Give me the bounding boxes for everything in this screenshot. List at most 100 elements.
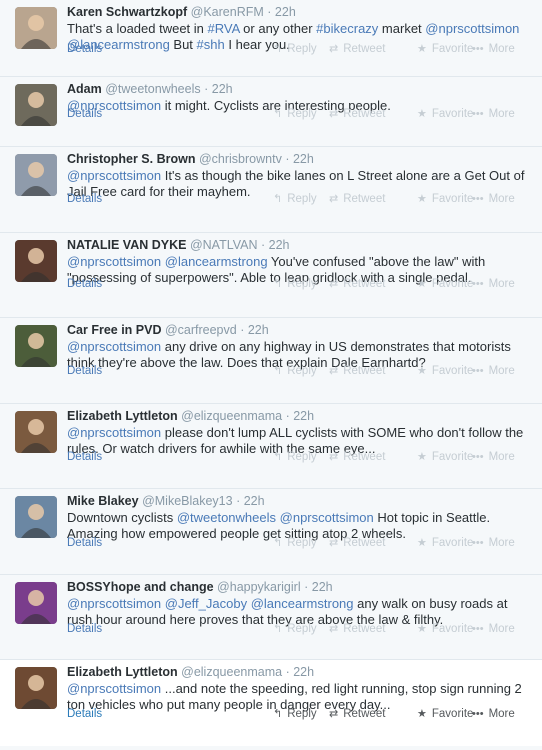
- details-link[interactable]: Details: [67, 622, 102, 636]
- author-name[interactable]: Christopher S. Brown: [67, 152, 195, 166]
- reply-button[interactable]: ↰ Reply: [273, 707, 317, 721]
- tweet-item[interactable]: BOSSYhope and change @happykarigirl · 22…: [0, 574, 542, 660]
- favorite-button[interactable]: ★ Favorite: [417, 192, 473, 206]
- retweet-button[interactable]: ⇄ Retweet: [329, 536, 385, 550]
- author-handle[interactable]: @elizqueenmama: [181, 409, 282, 423]
- timestamp[interactable]: 22h: [293, 409, 314, 423]
- favorite-button[interactable]: ★ Favorite: [417, 277, 473, 291]
- favorite-button[interactable]: ★ Favorite: [417, 536, 473, 550]
- reply-button[interactable]: ↰ Reply: [273, 192, 317, 206]
- author-handle[interactable]: @KarenRFM: [191, 5, 264, 19]
- more-button[interactable]: ••• More: [472, 622, 515, 636]
- avatar[interactable]: [15, 7, 57, 49]
- mention-link[interactable]: #bikecrazy: [316, 21, 378, 36]
- mention-link[interactable]: @nprscottsimon: [67, 425, 161, 440]
- author-name[interactable]: Karen Schwartzkopf: [67, 5, 187, 19]
- details-link[interactable]: Details: [67, 107, 102, 121]
- more-button[interactable]: ••• More: [472, 42, 515, 56]
- reply-button[interactable]: ↰ Reply: [273, 536, 317, 550]
- reply-button[interactable]: ↰ Reply: [273, 42, 317, 56]
- mention-link[interactable]: #shh: [197, 37, 225, 52]
- details-link[interactable]: Details: [67, 450, 102, 464]
- more-button[interactable]: ••• More: [472, 707, 515, 721]
- timestamp[interactable]: 22h: [293, 152, 314, 166]
- mention-link[interactable]: @nprscottsimon: [67, 339, 161, 354]
- more-button[interactable]: ••• More: [472, 192, 515, 206]
- details-link[interactable]: Details: [67, 277, 102, 291]
- mention-link[interactable]: @tweetonwheels: [177, 510, 276, 525]
- more-button[interactable]: ••• More: [472, 536, 515, 550]
- mention-link[interactable]: #RVA: [208, 21, 240, 36]
- mention-link[interactable]: @lancearmstrong: [251, 596, 354, 611]
- tweet-item[interactable]: Karen Schwartzkopf @KarenRFM · 22h That's…: [0, 0, 542, 77]
- timestamp[interactable]: 22h: [248, 323, 269, 337]
- author-name[interactable]: Elizabeth Lyttleton: [67, 665, 178, 679]
- retweet-button[interactable]: ⇄ Retweet: [329, 277, 385, 291]
- tweet-item[interactable]: Adam @tweetonwheels · 22h @nprscottsimon …: [0, 77, 542, 147]
- avatar[interactable]: [15, 581, 57, 624]
- author-name[interactable]: NATALIE VAN DYKE: [67, 238, 186, 252]
- details-link[interactable]: Details: [67, 707, 102, 721]
- favorite-button[interactable]: ★ Favorite: [417, 622, 473, 636]
- retweet-button[interactable]: ⇄ Retweet: [329, 192, 385, 206]
- tweet-item[interactable]: NATALIE VAN DYKE @NATLVAN · 22h @nprscott…: [0, 232, 542, 318]
- details-link[interactable]: Details: [67, 536, 102, 550]
- author-name[interactable]: Elizabeth Lyttleton: [67, 409, 178, 423]
- retweet-button[interactable]: ⇄ Retweet: [329, 707, 385, 721]
- favorite-button[interactable]: ★ Favorite: [417, 707, 473, 721]
- mention-link[interactable]: @nprscottsimon: [67, 168, 161, 183]
- tweet-item[interactable]: Elizabeth Lyttleton @elizqueenmama · 22h…: [0, 403, 542, 489]
- author-name[interactable]: BOSSYhope and change: [67, 580, 214, 594]
- timestamp[interactable]: 22h: [212, 82, 233, 96]
- more-button[interactable]: ••• More: [472, 364, 515, 378]
- retweet-button[interactable]: ⇄ Retweet: [329, 107, 385, 121]
- details-link[interactable]: Details: [67, 192, 102, 206]
- avatar[interactable]: [15, 667, 57, 709]
- avatar[interactable]: [15, 239, 57, 282]
- author-handle[interactable]: @happykarigirl: [217, 580, 301, 594]
- author-handle[interactable]: @chrisbrowntv: [199, 152, 282, 166]
- timestamp[interactable]: 22h: [275, 5, 296, 19]
- retweet-button[interactable]: ⇄ Retweet: [329, 450, 385, 464]
- author-handle[interactable]: @NATLVAN: [190, 238, 258, 252]
- mention-link[interactable]: @nprscottsimon: [67, 681, 161, 696]
- reply-button[interactable]: ↰ Reply: [273, 622, 317, 636]
- author-name[interactable]: Car Free in PVD: [67, 323, 161, 337]
- retweet-button[interactable]: ⇄ Retweet: [329, 364, 385, 378]
- tweet-item[interactable]: Elizabeth Lyttleton @elizqueenmama · 22h…: [0, 660, 542, 746]
- avatar[interactable]: [15, 154, 57, 196]
- retweet-button[interactable]: ⇄ Retweet: [329, 622, 385, 636]
- avatar[interactable]: [15, 410, 57, 453]
- mention-link[interactable]: @nprscottsimon: [425, 21, 519, 36]
- author-handle[interactable]: @elizqueenmama: [181, 665, 282, 679]
- favorite-button[interactable]: ★ Favorite: [417, 107, 473, 121]
- timestamp[interactable]: 22h: [312, 580, 333, 594]
- reply-button[interactable]: ↰ Reply: [273, 450, 317, 464]
- mention-link[interactable]: @nprscottsimon: [67, 596, 161, 611]
- retweet-button[interactable]: ⇄ Retweet: [329, 42, 385, 56]
- timestamp[interactable]: 22h: [244, 494, 265, 508]
- mention-link[interactable]: @nprscottsimon: [280, 510, 374, 525]
- favorite-button[interactable]: ★ Favorite: [417, 364, 473, 378]
- author-handle[interactable]: @carfreepvd: [165, 323, 237, 337]
- favorite-button[interactable]: ★ Favorite: [417, 42, 473, 56]
- avatar[interactable]: [15, 496, 57, 538]
- mention-link[interactable]: @nprscottsimon: [67, 254, 161, 269]
- tweet-item[interactable]: Car Free in PVD @carfreepvd · 22h @nprsco…: [0, 318, 542, 404]
- more-button[interactable]: ••• More: [472, 107, 515, 121]
- author-name[interactable]: Mike Blakey: [67, 494, 139, 508]
- timestamp[interactable]: 22h: [293, 665, 314, 679]
- author-handle[interactable]: @tweetonwheels: [105, 82, 200, 96]
- more-button[interactable]: ••• More: [472, 277, 515, 291]
- author-handle[interactable]: @MikeBlakey13: [142, 494, 233, 508]
- tweet-item[interactable]: Christopher S. Brown @chrisbrowntv · 22h…: [0, 147, 542, 233]
- details-link[interactable]: Details: [67, 42, 102, 56]
- author-name[interactable]: Adam: [67, 82, 102, 96]
- favorite-button[interactable]: ★ Favorite: [417, 450, 473, 464]
- reply-button[interactable]: ↰ Reply: [273, 277, 317, 291]
- more-button[interactable]: ••• More: [472, 450, 515, 464]
- avatar[interactable]: [15, 325, 57, 367]
- avatar[interactable]: [15, 84, 57, 126]
- reply-button[interactable]: ↰ Reply: [273, 107, 317, 121]
- details-link[interactable]: Details: [67, 364, 102, 378]
